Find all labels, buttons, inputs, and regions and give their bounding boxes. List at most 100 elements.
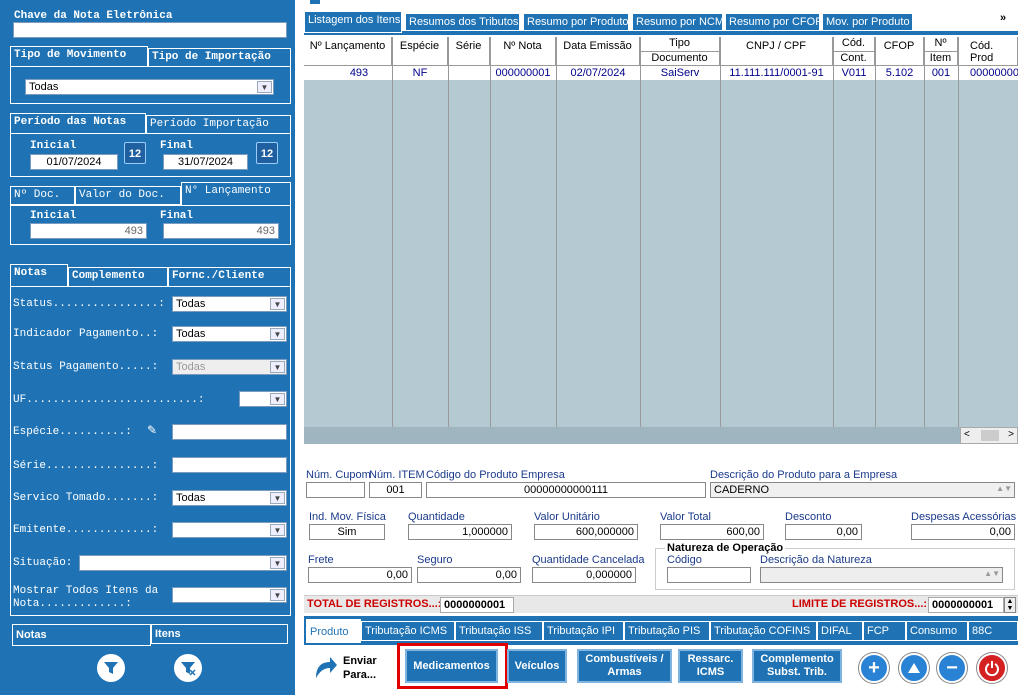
ressarc-icms-button[interactable]: Ressarc. ICMS <box>678 649 743 683</box>
tab-consumo[interactable]: Consumo <box>906 621 968 641</box>
tab-tributacao-pis[interactable]: Tributação PIS <box>624 621 710 641</box>
tab-difal[interactable]: DIFAL <box>817 621 863 641</box>
uf-select[interactable]: ▼ <box>239 391 287 407</box>
col-header-tipo[interactable]: Tipo <box>640 37 720 52</box>
power-icon[interactable] <box>977 653 1007 683</box>
chave-input[interactable] <box>13 22 287 38</box>
filter-icon[interactable] <box>95 652 127 684</box>
servico-tomado-select[interactable]: Todas ▼ <box>172 490 287 506</box>
data-inicial-input[interactable]: 01/07/2024 <box>30 154 118 170</box>
data-final-input[interactable]: 31/07/2024 <box>163 154 248 170</box>
remove-icon[interactable]: − <box>937 653 967 683</box>
items-grid[interactable]: Nº Lançamento Espécie Série Nº Nota Data… <box>304 37 1018 444</box>
tab-fornc-cliente[interactable]: Fornc./Cliente <box>168 267 291 287</box>
tab-tributacao-cofins[interactable]: Tributação COFINS <box>710 621 817 641</box>
status-label: Status................: <box>13 298 165 310</box>
tab-resumo-ncm[interactable]: Resumo por NCM <box>632 13 724 31</box>
tab-itens-bottom[interactable]: Itens <box>151 624 288 644</box>
clear-filter-icon[interactable] <box>172 652 204 684</box>
tab-resumos-tributos[interactable]: Resumos dos Tributos <box>405 13 520 31</box>
status-value: Todas <box>176 298 206 310</box>
splitter[interactable] <box>295 0 304 695</box>
tab-tributacao-icms[interactable]: Tributação ICMS <box>361 621 455 641</box>
valor-unitario-input[interactable]: 600,000000 <box>534 524 638 540</box>
serie-input[interactable] <box>172 457 287 473</box>
desc-natureza-select[interactable]: ▲▼ <box>760 567 1003 583</box>
medicamentos-button[interactable]: Medicamentos <box>405 649 498 683</box>
lanc-final-input[interactable]: 493 <box>163 223 279 239</box>
tab-num-lancamento[interactable]: N° Lançamento <box>181 182 291 206</box>
calendar-icon[interactable]: 12 <box>256 142 278 164</box>
desconto-input[interactable]: 0,00 <box>785 524 862 540</box>
mostrar-todos-select[interactable]: ▼ <box>172 587 287 603</box>
lanc-inicial-input[interactable]: 493 <box>30 223 147 239</box>
col-header-cnpj[interactable]: CNPJ / CPF <box>720 37 833 66</box>
add-icon[interactable]: + <box>859 653 889 683</box>
status-select[interactable]: Todas ▼ <box>172 296 287 312</box>
tab-listagem-itens[interactable]: Listagem dos Itens <box>304 11 402 33</box>
desc-prod-select[interactable]: CADERNO ▲▼ <box>710 482 1015 498</box>
frete-input[interactable]: 0,00 <box>308 567 412 583</box>
tab-tributacao-iss[interactable]: Tributação ISS <box>455 621 543 641</box>
despesas-input[interactable]: 0,00 <box>911 524 1015 540</box>
calendar-icon[interactable]: 12 <box>124 142 146 164</box>
col-header-cont[interactable]: Cont. <box>833 52 875 66</box>
cod-prod-input[interactable]: 00000000000111 <box>426 482 706 498</box>
emitente-select[interactable]: ▼ <box>172 522 287 538</box>
scroll-left-icon[interactable]: < <box>964 429 970 440</box>
qtd-cancelada-input[interactable]: 0,000000 <box>532 567 636 583</box>
num-item-input[interactable]: 001 <box>369 482 422 498</box>
col-header-data-emissao[interactable]: Data Emissão <box>556 37 640 66</box>
up-arrow-icon[interactable] <box>899 653 929 683</box>
chevron-double-down-icon[interactable]: » <box>1000 12 1014 28</box>
spinner-icon[interactable]: ▲ ▼ <box>1004 597 1016 613</box>
horizontal-scrollbar[interactable]: < > <box>960 427 1018 444</box>
status-pagamento-select[interactable]: Todas ▼ <box>172 359 287 375</box>
tab-tipo-importacao[interactable]: Tipo de Importação <box>148 48 291 67</box>
col-header-cod-prod[interactable]: Cód. Prod <box>958 37 1018 66</box>
tab-resumo-produto[interactable]: Resumo por Produto <box>523 13 629 31</box>
tab-produto[interactable]: Produto <box>306 619 361 643</box>
eraser-icon[interactable]: ✎ <box>147 423 163 437</box>
ind-mov-input[interactable]: Sim <box>309 524 385 540</box>
tab-notas-bottom[interactable]: Notas <box>12 624 151 646</box>
tab-periodo-notas[interactable]: Período das Notas <box>10 113 146 134</box>
tab-complemento[interactable]: Complemento <box>68 267 168 287</box>
col-header-num-nota[interactable]: Nº Nota <box>490 37 556 66</box>
col-header-item[interactable]: Item <box>924 52 958 66</box>
tab-88c[interactable]: 88C <box>968 621 1018 641</box>
scroll-thumb[interactable] <box>981 430 999 441</box>
send-arrow-icon[interactable] <box>312 654 338 680</box>
tab-periodo-importacao[interactable]: Período Importação <box>146 115 291 134</box>
tab-fcp[interactable]: FCP <box>863 621 906 641</box>
tab-tipo-movimento[interactable]: Tipo de Movimento <box>10 46 148 67</box>
col-header-documento[interactable]: Documento <box>640 52 720 66</box>
scroll-right-icon[interactable]: > <box>1008 429 1014 440</box>
valor-total-input[interactable]: 600,00 <box>660 524 764 540</box>
tab-resumo-cfop[interactable]: Resumo por CFOP <box>725 13 823 31</box>
tab-notas[interactable]: Notas <box>10 264 68 287</box>
codigo-natureza-input[interactable] <box>667 567 751 583</box>
veiculos-button[interactable]: Veículos <box>507 649 567 683</box>
col-header-serie[interactable]: Série <box>448 37 490 66</box>
quantidade-input[interactable]: 1,000000 <box>408 524 512 540</box>
tab-mov-produto[interactable]: Mov. por Produto <box>822 13 913 31</box>
tab-valor-doc[interactable]: Valor do Doc. <box>75 186 181 205</box>
tab-num-doc[interactable]: Nº Doc. <box>10 186 75 205</box>
situacao-select[interactable]: ▼ <box>79 555 287 571</box>
col-header-especie[interactable]: Espécie <box>392 37 448 66</box>
num-cupom-input[interactable] <box>306 482 365 498</box>
tipo-select[interactable]: Todas ▼ <box>25 79 274 95</box>
col-header-num[interactable]: Nº <box>924 37 958 52</box>
col-header-lancamento[interactable]: Nº Lançamento <box>304 37 392 66</box>
tab-tributacao-ipi[interactable]: Tributação IPI <box>543 621 624 641</box>
complemento-subst-trib-button[interactable]: Complemento Subst. Trib. <box>752 649 842 683</box>
seguro-input[interactable]: 0,00 <box>417 567 521 583</box>
col-header-cod[interactable]: Cód. <box>833 37 875 52</box>
limite-registros-input[interactable]: 0000000001 <box>928 597 1004 613</box>
especie-input[interactable] <box>172 424 287 440</box>
combustiveis-armas-button[interactable]: Combustíveis / Armas <box>577 649 672 683</box>
enviar-para-button[interactable]: Enviar Para... <box>343 654 383 682</box>
col-header-cfop[interactable]: CFOP <box>875 37 924 66</box>
indicador-pagamento-select[interactable]: Todas ▼ <box>172 326 287 342</box>
